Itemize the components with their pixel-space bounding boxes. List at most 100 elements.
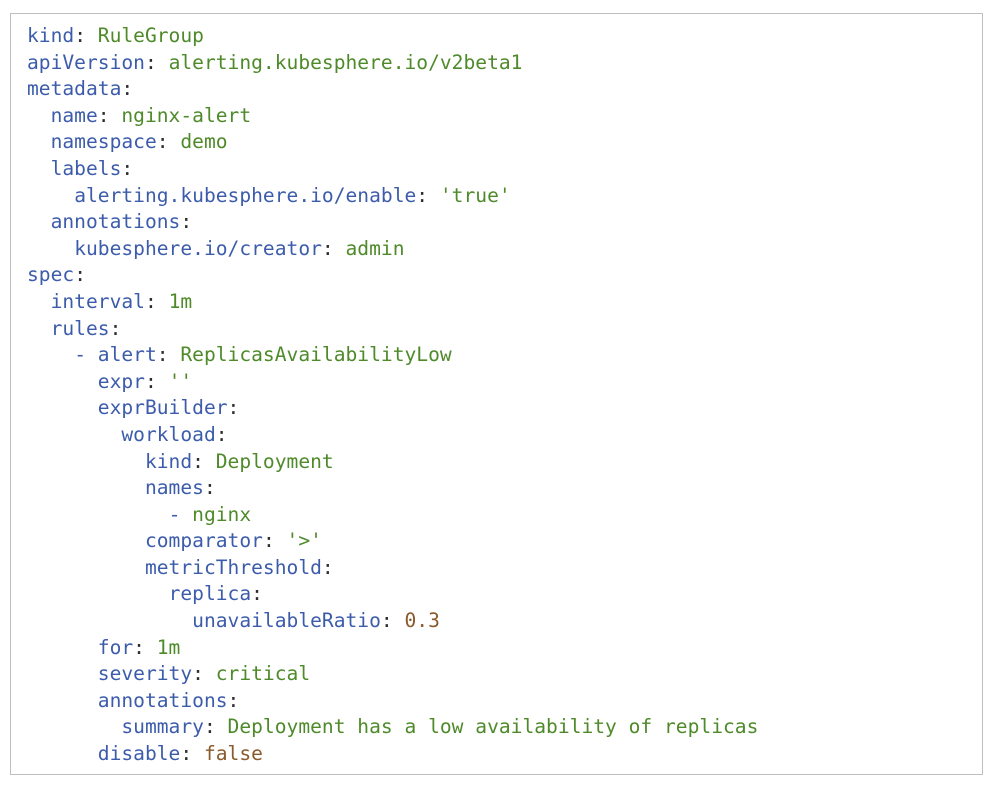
yaml-key: unavailableRatio — [192, 609, 381, 633]
yaml-value: 1m — [168, 289, 193, 313]
code-line: expr: '' — [27, 369, 758, 396]
yaml-key: names — [144, 476, 204, 500]
code-line: kind: Deployment — [27, 449, 758, 476]
colon: : — [251, 582, 263, 606]
code-line: interval: 1m — [27, 289, 758, 316]
code-line: labels: — [27, 156, 758, 183]
colon: : — [97, 103, 110, 127]
yaml-value: 0.3 — [404, 609, 440, 633]
yaml-value: '' — [168, 369, 193, 393]
yaml-key: name — [50, 103, 98, 127]
yaml-key: alert — [97, 343, 157, 367]
yaml-value: alerting.kubesphere.io/v2beta1 — [168, 50, 523, 74]
colon: : — [203, 715, 216, 739]
yaml-key: metadata — [27, 77, 122, 101]
yaml-value: ReplicasAvailabilityLow — [180, 343, 452, 367]
colon: : — [227, 688, 240, 712]
code-line: namespace: demo — [27, 129, 758, 156]
yaml-key: disable — [97, 742, 181, 766]
yaml-value: 1m — [156, 635, 181, 659]
yaml-value: Deployment — [215, 449, 334, 473]
yaml-key: kubesphere.io/creator — [74, 236, 322, 260]
code-line: name: nginx-alert — [27, 103, 758, 130]
code-line: apiVersion: alerting.kubesphere.io/v2bet… — [27, 50, 758, 77]
code-line: metricThreshold: — [27, 555, 758, 582]
yaml-key: annotations — [97, 688, 228, 712]
yaml-key: labels — [50, 156, 122, 180]
yaml-key: metricThreshold — [144, 555, 322, 579]
colon: : — [215, 422, 228, 446]
yaml-key: namespace — [50, 130, 157, 154]
colon: : — [144, 289, 157, 313]
code-line: annotations: — [27, 209, 758, 236]
code-line: metadata: — [27, 76, 758, 103]
colon: : — [156, 343, 169, 367]
yaml-key: apiVersion — [27, 50, 145, 74]
yaml-key: rules — [50, 316, 110, 340]
colon: : — [180, 210, 193, 234]
yaml-key: kind — [27, 24, 75, 47]
colon: : — [321, 236, 334, 260]
code-line: replica: — [27, 581, 758, 608]
colon: : — [192, 662, 204, 686]
code-line: workload: — [27, 422, 758, 449]
colon: : — [227, 396, 240, 420]
colon: : — [192, 449, 204, 473]
code-line: exprBuilder: — [27, 395, 758, 422]
code-line: spec: — [27, 262, 758, 289]
yaml-key: kind — [144, 449, 193, 473]
colon: : — [109, 316, 122, 340]
yaml-value: nginx — [192, 502, 252, 526]
yaml-key: severity — [97, 662, 193, 686]
yaml-value: RuleGroup — [97, 24, 204, 47]
yaml-key: workload — [121, 422, 216, 446]
yaml-key: summary — [121, 715, 204, 739]
colon: : — [144, 50, 157, 74]
list-dash: - — [168, 502, 193, 526]
colon: : — [416, 183, 429, 207]
code-line: annotations: — [27, 688, 758, 715]
code-line: kind: RuleGroup — [27, 23, 758, 50]
yaml-key: annotations — [50, 210, 181, 234]
yaml-key: spec — [27, 263, 75, 287]
yaml-key: comparator — [144, 529, 263, 553]
code-line: kubesphere.io/creator: admin — [27, 236, 758, 263]
colon: : — [74, 24, 86, 47]
colon: : — [180, 742, 193, 766]
yaml-value: Deployment has a low availability of rep… — [227, 715, 759, 739]
code-line: unavailableRatio: 0.3 — [27, 608, 758, 635]
list-dash: - — [74, 343, 98, 367]
